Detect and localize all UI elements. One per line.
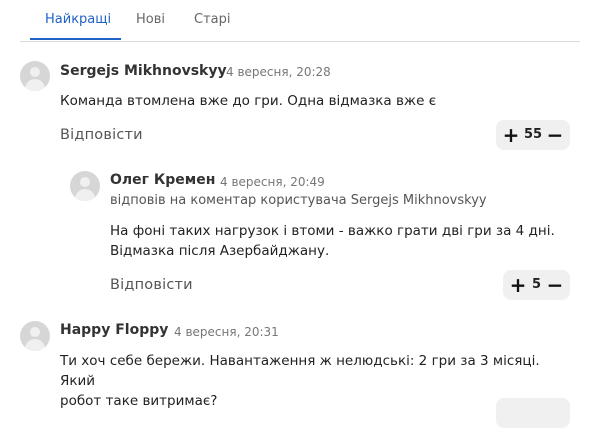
reply-to-note: відповів на коментар користувача Sergejs… bbox=[110, 193, 487, 208]
active-tab-indicator bbox=[30, 38, 121, 40]
comment-time: 4 вересня, 20:49 bbox=[220, 175, 325, 189]
comment-text-line: Ти хоч себе бережи. Навантаження ж нелюд… bbox=[60, 353, 540, 389]
reply-button[interactable]: Відповісти bbox=[110, 277, 193, 293]
comment-text: Команда втомлена вже до гри. Одна відмаз… bbox=[60, 93, 437, 109]
comment-sort-tabs: Найкращі Нові Старі bbox=[20, 0, 580, 42]
upvote-plus-icon[interactable]: + bbox=[507, 270, 529, 300]
vote-count: 55 bbox=[523, 127, 543, 142]
comment-text-line: Відмазка після Азербайджану. bbox=[110, 243, 330, 259]
comment-text: Ти хоч себе бережи. Навантаження ж нелюд… bbox=[60, 351, 570, 411]
tab-best[interactable]: Найкращі bbox=[45, 12, 111, 27]
downvote-minus-icon[interactable]: − bbox=[544, 120, 566, 150]
upvote-plus-icon[interactable]: + bbox=[500, 120, 522, 150]
vote-widget bbox=[496, 398, 570, 428]
avatar bbox=[20, 321, 50, 351]
comment-author[interactable]: Олег Кремен bbox=[110, 172, 215, 188]
tab-new[interactable]: Нові bbox=[136, 12, 165, 27]
reply-button[interactable]: Відповісти bbox=[60, 127, 143, 143]
vote-widget: + 5 − bbox=[503, 270, 570, 300]
vote-count: 5 bbox=[531, 277, 542, 292]
comment-author[interactable]: Happy Floppy bbox=[60, 322, 168, 338]
comment-author[interactable]: Sergejs Mikhnovskyy bbox=[60, 63, 227, 79]
comment-text: На фоні таких нагрузок і втоми - важко г… bbox=[110, 221, 570, 261]
avatar bbox=[20, 61, 50, 91]
tab-old[interactable]: Старі bbox=[194, 12, 230, 27]
comment-text-line: На фоні таких нагрузок і втоми - важко г… bbox=[110, 223, 555, 239]
vote-widget: + 55 − bbox=[496, 120, 570, 150]
comment-time: 4 вересня, 20:31 bbox=[174, 325, 279, 339]
downvote-minus-icon[interactable]: − bbox=[544, 270, 566, 300]
avatar bbox=[70, 171, 100, 201]
comment-time: 4 вересня, 20:28 bbox=[226, 65, 331, 79]
comment-text-line: робот таке витримає? bbox=[60, 393, 218, 409]
